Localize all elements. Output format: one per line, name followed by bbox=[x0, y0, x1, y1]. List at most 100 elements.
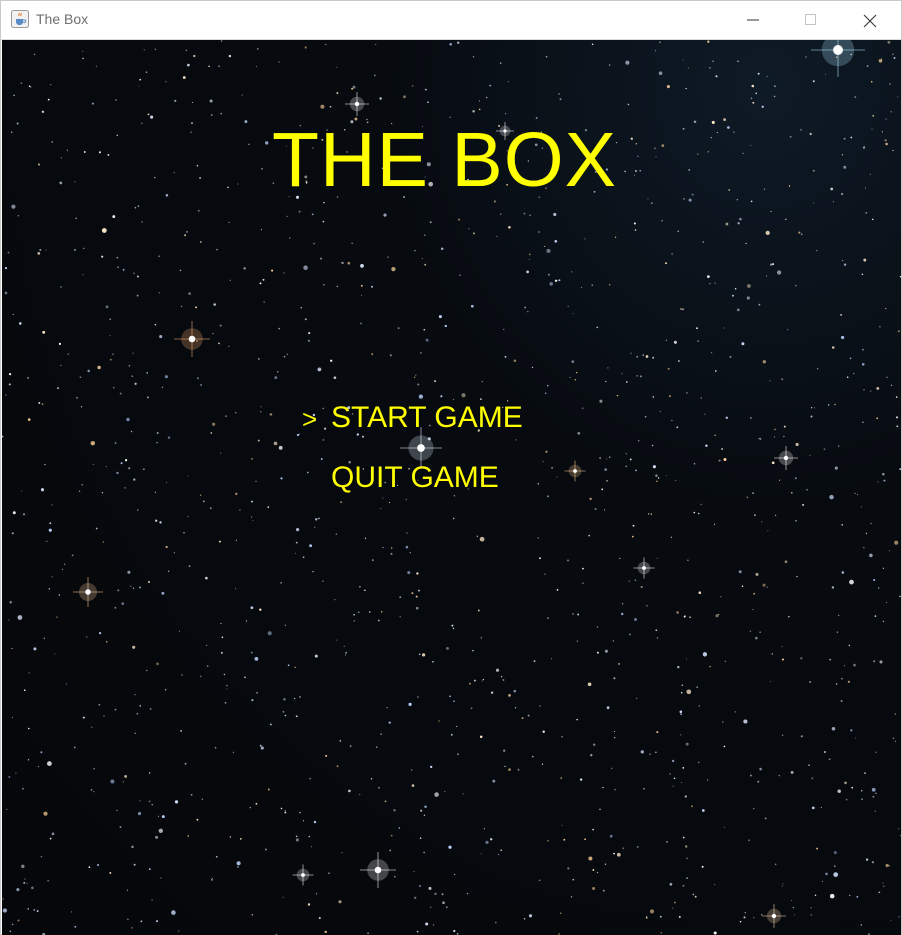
star bbox=[680, 691, 683, 694]
star bbox=[885, 307, 887, 310]
star bbox=[746, 496, 749, 499]
star bbox=[434, 792, 439, 797]
minimize-button[interactable] bbox=[724, 1, 782, 39]
star bbox=[22, 513, 26, 516]
star bbox=[418, 589, 421, 592]
star bbox=[840, 699, 843, 703]
star bbox=[547, 385, 549, 387]
star bbox=[20, 82, 23, 85]
star bbox=[634, 618, 637, 621]
star bbox=[682, 59, 684, 61]
star bbox=[473, 679, 476, 682]
star bbox=[892, 149, 894, 152]
maximize-button[interactable] bbox=[782, 1, 840, 39]
star bbox=[187, 835, 189, 837]
star bbox=[844, 781, 847, 785]
title-bar[interactable]: The Box bbox=[1, 1, 901, 40]
star bbox=[284, 714, 287, 717]
star bbox=[810, 914, 812, 916]
star bbox=[126, 889, 128, 891]
star bbox=[199, 176, 202, 179]
star bbox=[11, 204, 16, 209]
star bbox=[714, 434, 716, 436]
star bbox=[73, 746, 76, 749]
star bbox=[800, 657, 803, 660]
star bbox=[117, 589, 120, 592]
game-canvas[interactable]: THE BOX > START GAME QUIT GAME bbox=[2, 40, 901, 935]
star bbox=[413, 870, 415, 872]
star bbox=[12, 511, 16, 515]
star bbox=[130, 585, 132, 587]
star bbox=[452, 399, 454, 401]
star bbox=[336, 66, 338, 68]
close-button[interactable] bbox=[841, 1, 899, 39]
star bbox=[673, 777, 676, 780]
star bbox=[895, 396, 898, 398]
star bbox=[825, 872, 828, 876]
star bbox=[318, 369, 320, 371]
star bbox=[832, 201, 834, 203]
star bbox=[749, 630, 752, 632]
star bbox=[514, 707, 517, 709]
star bbox=[495, 668, 500, 672]
star bbox=[690, 805, 693, 808]
star bbox=[477, 609, 480, 612]
star bbox=[122, 268, 125, 271]
star bbox=[187, 475, 189, 477]
star bbox=[636, 375, 638, 377]
start-game-option[interactable]: START GAME bbox=[331, 401, 523, 435]
star bbox=[329, 105, 332, 108]
star bbox=[313, 820, 317, 824]
star bbox=[652, 396, 655, 398]
star bbox=[495, 921, 497, 924]
star bbox=[302, 820, 305, 822]
star bbox=[341, 852, 343, 854]
star bbox=[432, 924, 435, 926]
star bbox=[308, 332, 311, 335]
star bbox=[625, 465, 628, 468]
star bbox=[60, 286, 62, 288]
star bbox=[235, 539, 237, 541]
star bbox=[890, 384, 893, 387]
star bbox=[896, 425, 899, 428]
star bbox=[173, 172, 175, 174]
star bbox=[155, 835, 159, 839]
star bbox=[544, 392, 547, 395]
star bbox=[220, 452, 222, 454]
star bbox=[195, 306, 198, 309]
star bbox=[588, 534, 591, 537]
star bbox=[27, 908, 29, 910]
star bbox=[591, 284, 593, 286]
star bbox=[649, 753, 651, 755]
star bbox=[78, 490, 81, 492]
star bbox=[48, 588, 51, 590]
star bbox=[424, 88, 427, 91]
star bbox=[149, 708, 152, 710]
star bbox=[472, 110, 475, 113]
star bbox=[283, 355, 286, 358]
star bbox=[743, 916, 746, 919]
star bbox=[604, 649, 608, 653]
star bbox=[883, 885, 885, 887]
star bbox=[741, 585, 744, 587]
star bbox=[33, 909, 36, 911]
star bbox=[284, 811, 287, 814]
star bbox=[765, 230, 770, 236]
star bbox=[503, 328, 505, 331]
star bbox=[4, 266, 8, 270]
star bbox=[107, 153, 110, 156]
star bbox=[547, 273, 550, 276]
star bbox=[823, 448, 826, 450]
star bbox=[697, 512, 700, 515]
star bbox=[800, 233, 803, 235]
star bbox=[538, 879, 541, 882]
quit-game-option[interactable]: QUIT GAME bbox=[331, 461, 499, 495]
star bbox=[30, 86, 32, 88]
star bbox=[37, 251, 41, 255]
star bbox=[299, 811, 301, 814]
star bbox=[515, 439, 517, 441]
star bbox=[51, 141, 53, 143]
star bbox=[335, 533, 337, 535]
star bbox=[671, 253, 673, 255]
star bbox=[748, 839, 751, 842]
